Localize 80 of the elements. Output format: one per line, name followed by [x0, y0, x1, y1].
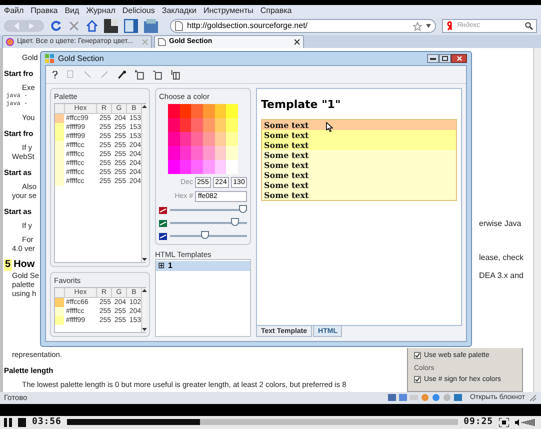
stop-icon[interactable] [18, 418, 26, 427]
dropdown-icon[interactable] [426, 24, 431, 28]
checkmark-icon [415, 377, 420, 382]
section-heading: How [14, 259, 35, 272]
menu-item[interactable]: Справка [260, 5, 292, 18]
search-engine-icon[interactable] [446, 21, 454, 32]
progress-track[interactable] [67, 419, 458, 426]
window-title: Gold Section [58, 52, 105, 65]
maximize-icon [442, 56, 448, 62]
slider-thumb[interactable] [200, 231, 209, 240]
close-icon[interactable] [294, 39, 300, 46]
minimize-button[interactable] [427, 54, 439, 64]
checkmark-icon [415, 353, 420, 358]
total-time: 09:25 [464, 416, 493, 429]
maximize-button[interactable] [439, 54, 451, 64]
home-icon[interactable] [86, 20, 98, 32]
arrow-down-icon[interactable] [142, 257, 147, 262]
mouse-pointer-icon [326, 122, 333, 132]
row-text: Some text [264, 170, 309, 180]
row-text: Some text [264, 120, 309, 130]
elapsed-time: 03:56 [32, 416, 62, 429]
menu-item[interactable]: Правка [30, 5, 58, 18]
color-grid-drawing[interactable] [168, 104, 238, 174]
tree-item[interactable]: ⊞ 1 [156, 261, 250, 272]
wrench-icon[interactable] [117, 70, 127, 80]
page-icon [158, 38, 166, 46]
menu-item[interactable]: Журнал [86, 5, 116, 18]
paragraph-text: erwise Java [479, 219, 522, 228]
checkbox[interactable] [414, 352, 421, 360]
row-text: Some text [264, 150, 309, 160]
tree-label: 1 [168, 260, 172, 272]
pause-icon[interactable] [4, 418, 12, 427]
menu-item[interactable]: Закладки [162, 5, 196, 18]
add-column-icon[interactable] [153, 70, 163, 80]
columns-icon[interactable] [171, 70, 181, 80]
row-text: Some text [264, 190, 309, 200]
color-wheel-icon [6, 38, 14, 46]
arrow-down-icon[interactable] [142, 327, 147, 332]
row-text: Some text [264, 180, 309, 190]
scrollbar[interactable] [141, 288, 147, 332]
menu-item[interactable]: Файл [4, 5, 24, 18]
scrollbar[interactable] [533, 48, 541, 392]
menu-item[interactable]: Инструменты [203, 5, 254, 18]
window-icon[interactable] [124, 19, 138, 34]
paragraph-text: lease, check [479, 253, 524, 262]
row-text: Some text [264, 130, 309, 140]
channel-icon [159, 220, 167, 227]
volume-icon[interactable] [515, 418, 537, 427]
close-icon [456, 56, 462, 62]
url-text: http://goldsection.sourceforge.net/ [187, 20, 309, 32]
paragraph-text: DEA 3.x and [479, 271, 524, 280]
scrollbar[interactable] [141, 104, 147, 262]
reload-icon[interactable] [50, 20, 62, 32]
add-column-icon[interactable] [135, 70, 145, 80]
menu-item[interactable]: Вид [64, 5, 80, 18]
window-icon[interactable] [104, 19, 118, 34]
channel-icon [159, 206, 167, 214]
row-text: Some text [264, 160, 309, 170]
app-icon [45, 54, 55, 64]
channel-icon [159, 232, 167, 240]
resize-grip-icon [529, 394, 537, 402]
slider-thumb[interactable] [239, 205, 248, 214]
row-text: Some text [264, 140, 309, 150]
tab-icon[interactable] [144, 19, 158, 34]
address-field[interactable]: http://goldsection.sourceforge.net/ [170, 19, 436, 34]
star-icon[interactable] [413, 22, 422, 31]
search-icon[interactable] [525, 22, 533, 30]
arrow-up-icon[interactable] [142, 288, 147, 294]
close-button[interactable] [451, 54, 467, 64]
help-icon[interactable] [52, 70, 58, 79]
expander-glyph[interactable]: ⊞ [158, 262, 165, 270]
menu-item[interactable]: Delicious [122, 5, 155, 18]
arrow-up-icon[interactable] [142, 104, 147, 110]
minimize-icon [430, 58, 436, 60]
section-number: 5 [4, 259, 12, 272]
template-heading: Template "1" [261, 97, 342, 114]
checkbox[interactable] [414, 376, 421, 384]
slider-thumb[interactable] [231, 218, 240, 226]
fullscreen-icon[interactable] [499, 418, 509, 427]
page-icon [175, 21, 183, 32]
